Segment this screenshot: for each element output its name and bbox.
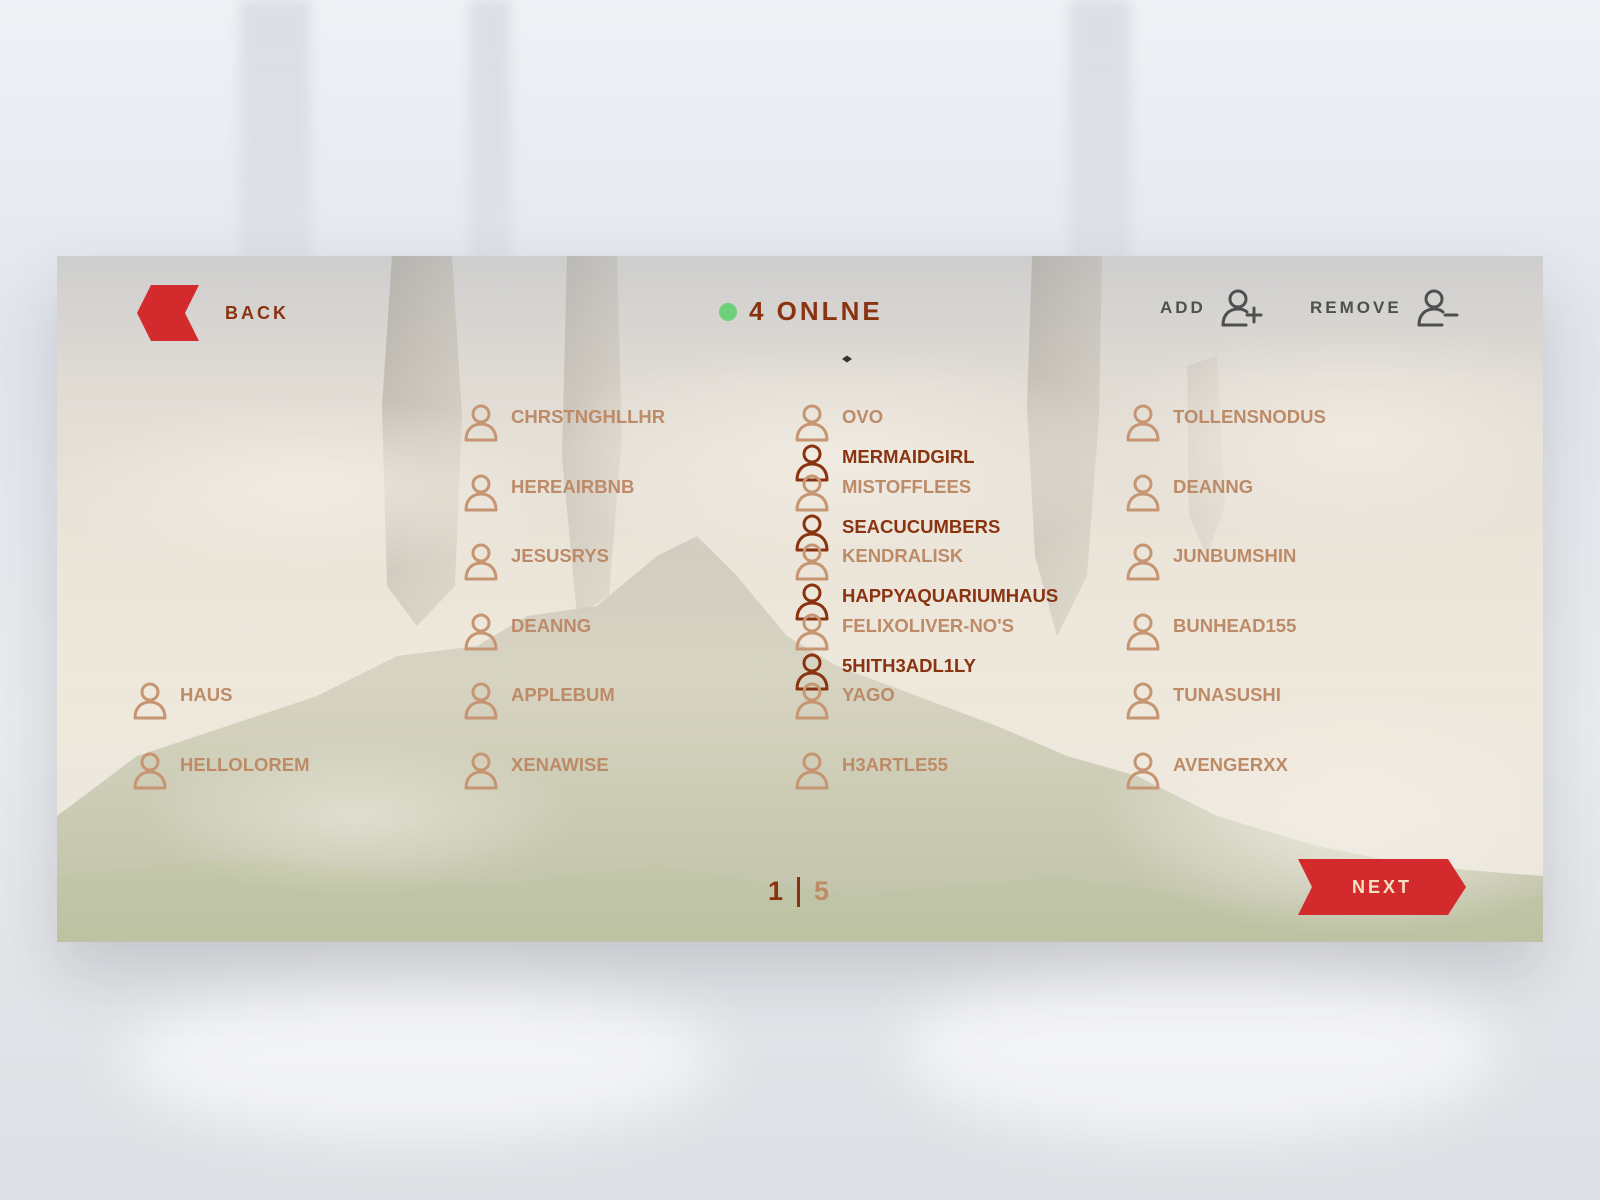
friend-name: DEANNG [511,614,592,636]
friend-item[interactable]: CHRSTNGHLLHR [463,404,783,476]
back-label: BACK [225,302,289,323]
user-icon [795,474,829,511]
friends-column: CHRSTNGHLLHR HEREAIRBNB JESUSRYS DEANNG APPL… [463,404,783,824]
header-divider [297,355,1397,363]
friend-item[interactable]: AVENGERXX [1125,752,1445,824]
user-icon [1126,613,1160,650]
user-icon [133,682,167,720]
friend-name: H3ARTLE55 [842,753,948,775]
friend-name: HEREAIRBNB [511,475,635,497]
friend-item[interactable]: TUNASUSHI [1125,682,1445,754]
friend-name: OVO [842,406,884,427]
next-button[interactable]: NEXT [1298,859,1466,915]
friend-name: HAUS [180,684,233,705]
user-icon [1126,752,1160,789]
friends-column: TOLLENSNODUS DEANNG JUNBUMSHIN BUNHEAD155 TU… [1125,404,1445,824]
friend-name: BUNHEAD155 [1173,614,1297,636]
friends-column: OVO MISTOFFLEES KENDRALISK FELIXOLIVER-NO'S… [794,404,1114,824]
friend-item[interactable]: MISTOFFLEES [794,474,1114,546]
user-icon [795,613,829,650]
friend-name: TOLLENSNODUS [1173,406,1326,427]
next-label: NEXT [1351,877,1412,897]
friend-item[interactable]: HELLOLOREM [132,752,452,824]
friend-name: APPLEBUM [511,684,615,705]
back-button[interactable]: BACK [137,285,289,341]
bg-cloud [900,960,1500,1140]
remove-friend-button[interactable]: REMOVE [1310,288,1460,328]
user-icon [795,682,829,720]
friend-item[interactable]: OVO [794,404,1114,476]
friend-item[interactable]: YAGO [794,682,1114,754]
friend-name: KENDRALISK [842,545,964,566]
user-icon [464,752,498,789]
friend-name: YAGO [842,684,895,705]
user-minus-icon [1417,289,1459,327]
friend-name: AVENGERXX [1173,753,1288,775]
user-icon [133,752,167,789]
friends-panel: BACK 4 ONLNE ADD REMOVE MERMAIDGIRL SEAC… [57,256,1543,942]
add-friend-button[interactable]: ADD [1160,288,1264,328]
friend-item[interactable]: H3ARTLE55 [794,752,1114,824]
back-arrow-icon [137,285,199,341]
friend-item[interactable]: TOLLENSNODUS [1125,404,1445,476]
friend-item[interactable]: JUNBUMSHIN [1125,543,1445,615]
user-icon [1126,404,1160,442]
pagination-separator [797,876,801,907]
friends-grid: MERMAIDGIRL SEACUCUMBERS HAPPYAQUARIUMHAUS… [132,404,1472,826]
friend-item[interactable]: BUNHEAD155 [1125,613,1445,685]
online-status-dot [719,302,737,321]
friend-name: CHRSTNGHLLHR [511,406,666,427]
user-icon [464,404,498,442]
pagination: 1 5 [768,876,829,907]
online-status: 4 ONLNE [719,296,883,327]
friend-item[interactable]: DEANNG [463,613,783,685]
friend-item[interactable]: HAUS [132,682,452,754]
friend-name: HELLOLOREM [180,753,310,775]
user-icon [1126,682,1160,720]
user-icon [464,474,498,511]
friend-item[interactable]: HEREAIRBNB [463,474,783,546]
friend-item[interactable]: DEANNG [1125,474,1445,546]
user-icon [795,404,829,442]
user-plus-icon [1221,289,1263,327]
friend-item[interactable]: KENDRALISK [794,543,1114,615]
user-icon [1126,543,1160,581]
friend-name: TUNASUSHI [1173,684,1281,705]
user-icon [795,752,829,789]
friend-item[interactable]: APPLEBUM [463,682,783,754]
user-icon [795,543,829,581]
friend-name: JESUSRYS [511,545,610,566]
online-count-label: 4 ONLNE [749,296,883,326]
add-label: ADD [1160,298,1206,317]
friend-item[interactable]: FELIXOLIVER-NO'S [794,613,1114,685]
friend-name: MISTOFFLEES [842,475,972,497]
friend-item[interactable]: XENAWISE [463,752,783,824]
remove-label: REMOVE [1310,298,1402,317]
current-page: 1 [768,876,784,906]
friend-item[interactable]: JESUSRYS [463,543,783,615]
friends-column: MERMAIDGIRL SEACUCUMBERS HAPPYAQUARIUMHAUS… [132,406,1058,824]
user-icon [464,543,498,581]
friend-name: DEANNG [1173,475,1254,497]
friend-name: XENAWISE [511,753,609,775]
friend-name: FELIXOLIVER-NO'S [842,614,1014,636]
bg-cloud [120,980,720,1140]
user-icon [1126,474,1160,511]
friend-name: JUNBUMSHIN [1173,545,1297,566]
user-icon [464,682,498,720]
user-icon [464,613,498,650]
total-pages: 5 [814,876,830,906]
